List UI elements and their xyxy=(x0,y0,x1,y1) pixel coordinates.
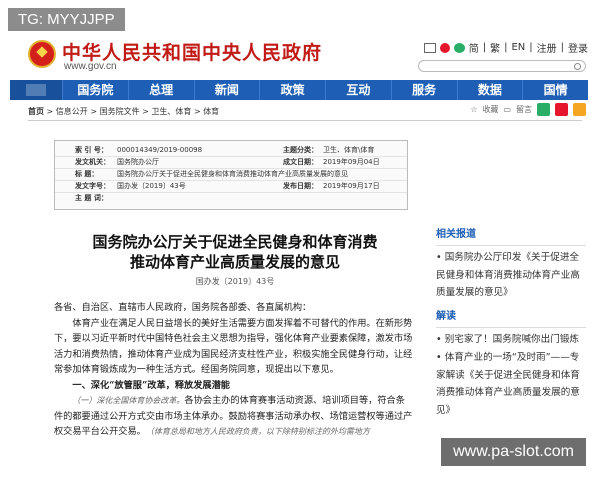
nav-item-policy[interactable]: 政策 xyxy=(259,80,325,100)
nav-item-national-info[interactable]: 国情 xyxy=(522,80,588,100)
main-nav: 国务院 总理 新闻 政策 互动 服务 数据 国情 xyxy=(10,80,588,100)
sidebar: 相关报道 • 国务院办公厅印发《关于促进全民健身和体育消费推动体育产业高质量发展… xyxy=(436,226,586,420)
paragraph: 体育产业在满足人民日益增长的美好生活需要方面发挥着不可替代的作用。在新形势下，要… xyxy=(54,317,413,376)
breadcrumb-item[interactable]: 卫生、体育 xyxy=(151,107,191,116)
related-link[interactable]: • 国务院办公厅印发《关于促进全民健身和体育消费推动体育产业高质量发展的意见》 xyxy=(436,249,586,302)
addressee: 各省、自治区、直辖市人民政府，国务院各部委、各直属机构： xyxy=(54,302,312,313)
favorite-link[interactable]: 收藏 xyxy=(482,104,498,115)
nav-item-interaction[interactable]: 互动 xyxy=(325,80,391,100)
search-input[interactable] xyxy=(418,60,586,72)
divider xyxy=(28,120,582,121)
favorite-icon[interactable]: ☆ xyxy=(470,105,477,114)
meta-row: 标 题： 国务院办公厅关于促进全民健身和体育消费推动体育产业高质量发展的意见 xyxy=(55,169,407,181)
link-english[interactable]: EN xyxy=(511,42,525,53)
document-number: 国办发〔2019〕43号 xyxy=(195,277,275,286)
print-icon[interactable]: ▭ xyxy=(503,105,511,114)
top-links: 简 | 繁 | EN | 注册 | 登录 xyxy=(423,40,588,55)
nav-item-state-council[interactable]: 国务院 xyxy=(62,80,128,100)
link-register[interactable]: 注册 xyxy=(537,40,557,55)
nav-item-services[interactable]: 服务 xyxy=(390,80,457,100)
document-body: 各省、自治区、直辖市人民政府，国务院各部委、各直属机构： 体育产业在满足人民日益… xyxy=(54,300,414,440)
watermark-top: TG: MYYJJPP xyxy=(8,8,125,31)
breadcrumb: 首页 > 信息公开 > 国务院文件 > 卫生、体育 > 体育 xyxy=(28,107,220,116)
nav-item-data[interactable]: 数据 xyxy=(456,80,523,100)
breadcrumb-item[interactable]: 国务院文件 xyxy=(100,107,140,116)
share-wechat-icon[interactable] xyxy=(537,103,550,116)
breadcrumb-item[interactable]: 信息公开 xyxy=(56,107,88,116)
nav-item-news[interactable]: 新闻 xyxy=(193,80,260,100)
meta-row: 发文机关： 国务院办公厅 成文日期： 2019年09月04日 xyxy=(55,157,407,169)
link-simplified[interactable]: 简 xyxy=(469,40,479,55)
home-icon[interactable] xyxy=(10,80,62,100)
share-weibo-icon[interactable] xyxy=(555,103,568,116)
link-traditional[interactable]: 繁 xyxy=(490,40,500,55)
print-link[interactable]: 留言 xyxy=(516,104,532,115)
meta-row: 主 题 词： xyxy=(75,194,108,202)
wechat-icon[interactable] xyxy=(453,42,465,53)
breadcrumb-home[interactable]: 首页 xyxy=(28,107,44,116)
weibo-icon[interactable] xyxy=(439,42,450,53)
watermark-bottom: www.pa-slot.com xyxy=(441,438,586,466)
interpretation-link[interactable]: • 别宅家了！国务院喊你出门锻炼 xyxy=(436,331,586,349)
breadcrumb-item[interactable]: 体育 xyxy=(203,107,219,116)
meta-row: 发文字号： 国办发〔2019〕43号 发布日期： 2019年09月17日 xyxy=(55,181,407,193)
share-qq-icon[interactable] xyxy=(573,103,586,116)
nav-item-premier[interactable]: 总理 xyxy=(127,80,194,100)
paragraph: （一）深化全国体育协会改革。各协会主办的体育赛事活动资源、培训项目等，符合条件的… xyxy=(54,395,413,437)
interpretation-link[interactable]: • 体育产业的一场“及时雨”——专家解读《关于促进全民健身和体育消费推动体育产业… xyxy=(436,349,586,420)
share-bar: ☆ 收藏 ▭ 留言 xyxy=(470,103,586,116)
national-emblem-icon xyxy=(28,40,56,68)
related-reports-title: 相关报道 xyxy=(436,226,586,246)
interpretation-title: 解读 xyxy=(436,308,586,328)
document-title: 国务院办公厅关于促进全民健身和体育消费 推动体育产业高质量发展的意见 xyxy=(92,233,378,271)
site-url: www.gov.cn xyxy=(64,61,117,72)
document-meta-table: 索 引 号： 000014349/2019-00098 主题分类： 卫生、体育\… xyxy=(54,140,408,210)
meta-row: 索 引 号： 000014349/2019-00098 主题分类： 卫生、体育\… xyxy=(55,145,407,157)
link-login[interactable]: 登录 xyxy=(568,40,588,55)
mail-icon[interactable] xyxy=(423,42,436,53)
section-heading: 一、深化“放管服”改革，释放发展潜能 xyxy=(72,379,230,391)
site-header: 中华人民共和国中央人民政府 www.gov.cn 简 | 繁 | EN | 注册… xyxy=(0,30,600,74)
